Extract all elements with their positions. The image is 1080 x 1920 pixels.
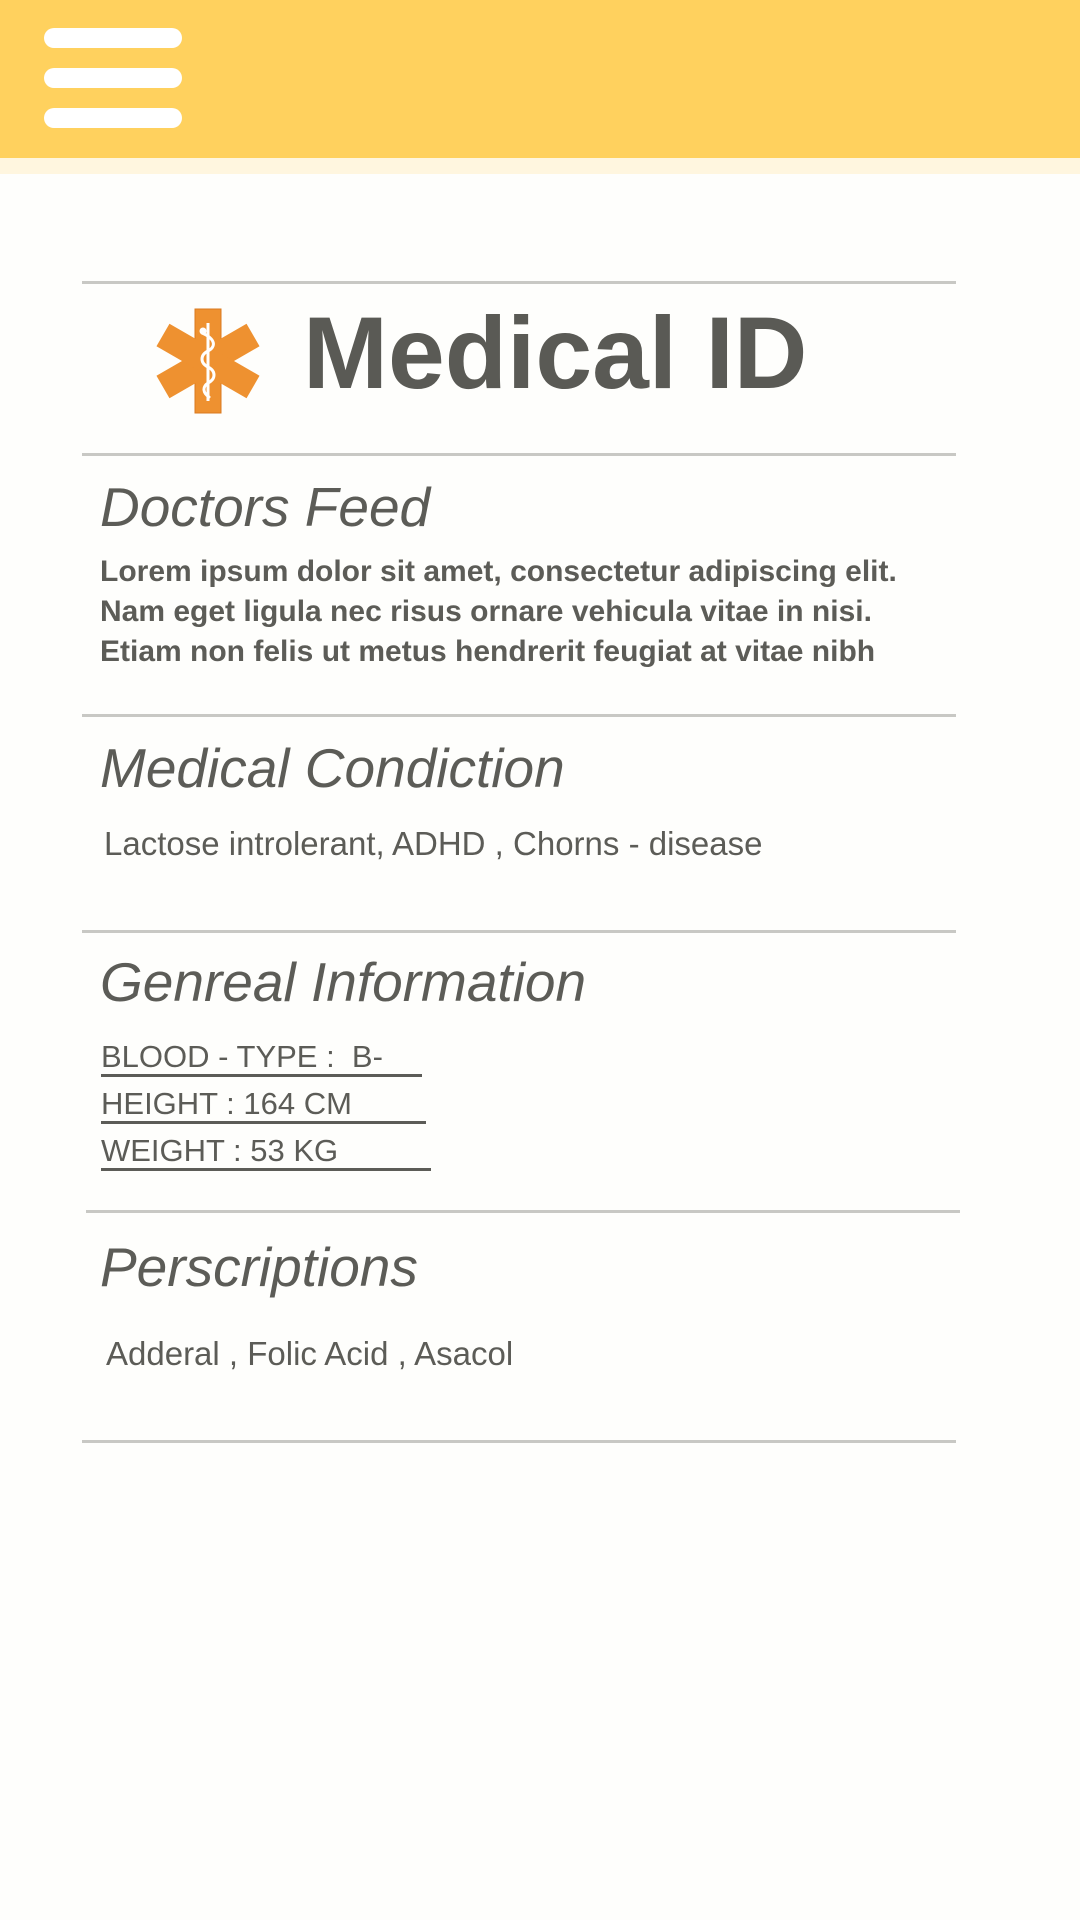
medical-condition-heading: Medical Condiction [100, 737, 565, 799]
divider [82, 1440, 956, 1443]
page-title: Medical ID [303, 296, 808, 410]
divider [82, 714, 956, 717]
medical-condition-text: Lactose introlerant, ADHD , Chorns - dis… [104, 825, 763, 862]
underline [101, 1074, 422, 1077]
blood-type-value: BLOOD - TYPE : B- [101, 1039, 383, 1074]
height-value: HEIGHT : 164 CM [101, 1086, 352, 1121]
general-information-heading: Genreal Information [100, 951, 587, 1013]
feed-line: Lorem ipsum dolor sit amet, consectetur … [100, 555, 897, 588]
menu-bar-line [44, 68, 182, 88]
weight-value: WEIGHT : 53 KG [101, 1133, 339, 1168]
doctors-feed-text: Lorem ipsum dolor sit amet, consectetur … [100, 552, 1000, 672]
menu-bar-line [44, 28, 182, 48]
underline [101, 1121, 426, 1124]
divider [82, 930, 956, 933]
divider [82, 281, 956, 284]
divider [82, 453, 956, 456]
hamburger-menu-icon[interactable] [44, 28, 182, 128]
prescriptions-text: Adderal , Folic Acid , Asacol [106, 1335, 514, 1372]
feed-line: Etiam non felis ut metus hendrerit feugi… [100, 635, 876, 668]
divider [86, 1210, 960, 1213]
menu-bar-line [44, 108, 182, 128]
underline [101, 1168, 431, 1171]
feed-line: Nam eget ligula nec risus ornare vehicul… [100, 595, 872, 628]
app-bar-shadow [0, 158, 1080, 174]
top-app-bar [0, 0, 1080, 158]
prescriptions-heading: Perscriptions [100, 1236, 418, 1298]
doctors-feed-heading: Doctors Feed [100, 476, 431, 538]
star-of-life-icon [156, 308, 260, 414]
